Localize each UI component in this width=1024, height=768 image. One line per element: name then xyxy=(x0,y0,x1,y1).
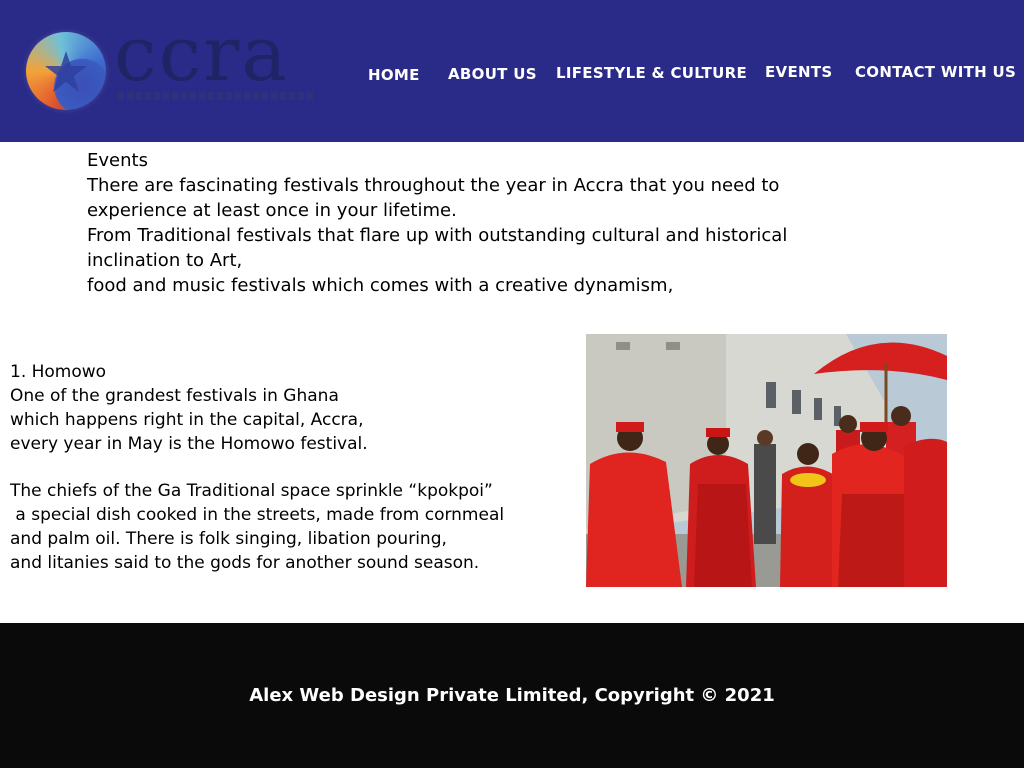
nav-events-link[interactable]: EVENTS xyxy=(765,63,833,81)
intro-line: food and music festivals which comes wit… xyxy=(87,275,674,296)
intro-line: experience at least once in your lifetim… xyxy=(87,200,457,221)
homowo-line: which happens right in the capital, Accr… xyxy=(10,410,364,430)
homowo-line: and palm oil. There is folk singing, lib… xyxy=(10,529,447,549)
festival-photo xyxy=(586,334,947,587)
homowo-section: 1. Homowo One of the grandest festivals … xyxy=(10,360,570,575)
intro-line: There are fascinating festivals througho… xyxy=(87,175,780,196)
nav-about-link[interactable]: ABOUT US xyxy=(448,65,537,83)
site-footer: Alex Web Design Private Limited, Copyrig… xyxy=(0,623,1024,768)
homowo-line: a special dish cooked in the streets, ma… xyxy=(10,505,505,525)
site-header: ccra HOME ABOUT US LIFESTYLE & CULTURE E… xyxy=(0,0,1024,142)
events-intro: Events There are fascinating festivals t… xyxy=(87,148,887,298)
intro-line: inclination to Art, xyxy=(87,250,243,271)
intro-line: From Traditional festivals that flare up… xyxy=(87,225,788,246)
page-title: Events xyxy=(87,150,148,171)
main-nav: HOME ABOUT US LIFESTYLE & CULTURE EVENTS… xyxy=(0,0,1024,142)
nav-home-link[interactable]: HOME xyxy=(368,66,420,84)
homowo-line: and litanies said to the gods for anothe… xyxy=(10,553,480,573)
nav-contact-link[interactable]: CONTACT WITH US xyxy=(855,63,1016,81)
nav-lifestyle-link[interactable]: LIFESTYLE & CULTURE xyxy=(556,64,747,82)
homowo-title: 1. Homowo xyxy=(10,362,107,382)
copyright-text: Alex Web Design Private Limited, Copyrig… xyxy=(249,685,775,706)
festival-photo-illustration xyxy=(586,334,947,587)
homowo-line: One of the grandest festivals in Ghana xyxy=(10,386,339,406)
homowo-line: The chiefs of the Ga Traditional space s… xyxy=(10,481,493,501)
homowo-line: every year in May is the Homowo festival… xyxy=(10,434,368,454)
